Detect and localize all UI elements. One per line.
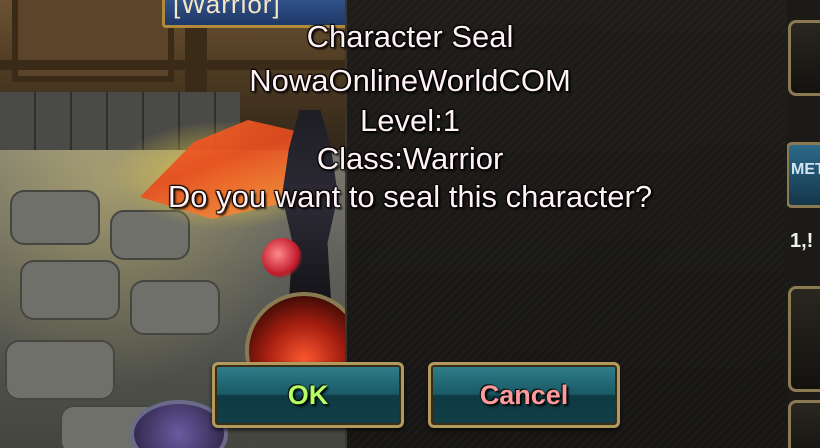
character-class: Class:Warrior xyxy=(316,141,504,176)
side-tab-lower[interactable] xyxy=(788,286,820,392)
side-tab-bottom[interactable] xyxy=(788,400,820,448)
red-orb xyxy=(262,238,302,278)
character-level: Level:1 xyxy=(360,103,460,138)
dialog-title: Character Seal xyxy=(306,19,514,54)
character-name: NowaOnlineWorldCOM xyxy=(249,63,571,98)
seal-question: Do you want to seal this character? xyxy=(167,179,653,214)
cancel-button[interactable]: Cancel xyxy=(428,362,620,428)
name-plate-text: [Warrior] xyxy=(173,0,281,19)
side-value-text: 1,! xyxy=(790,230,814,252)
ok-button[interactable]: OK xyxy=(212,362,404,428)
